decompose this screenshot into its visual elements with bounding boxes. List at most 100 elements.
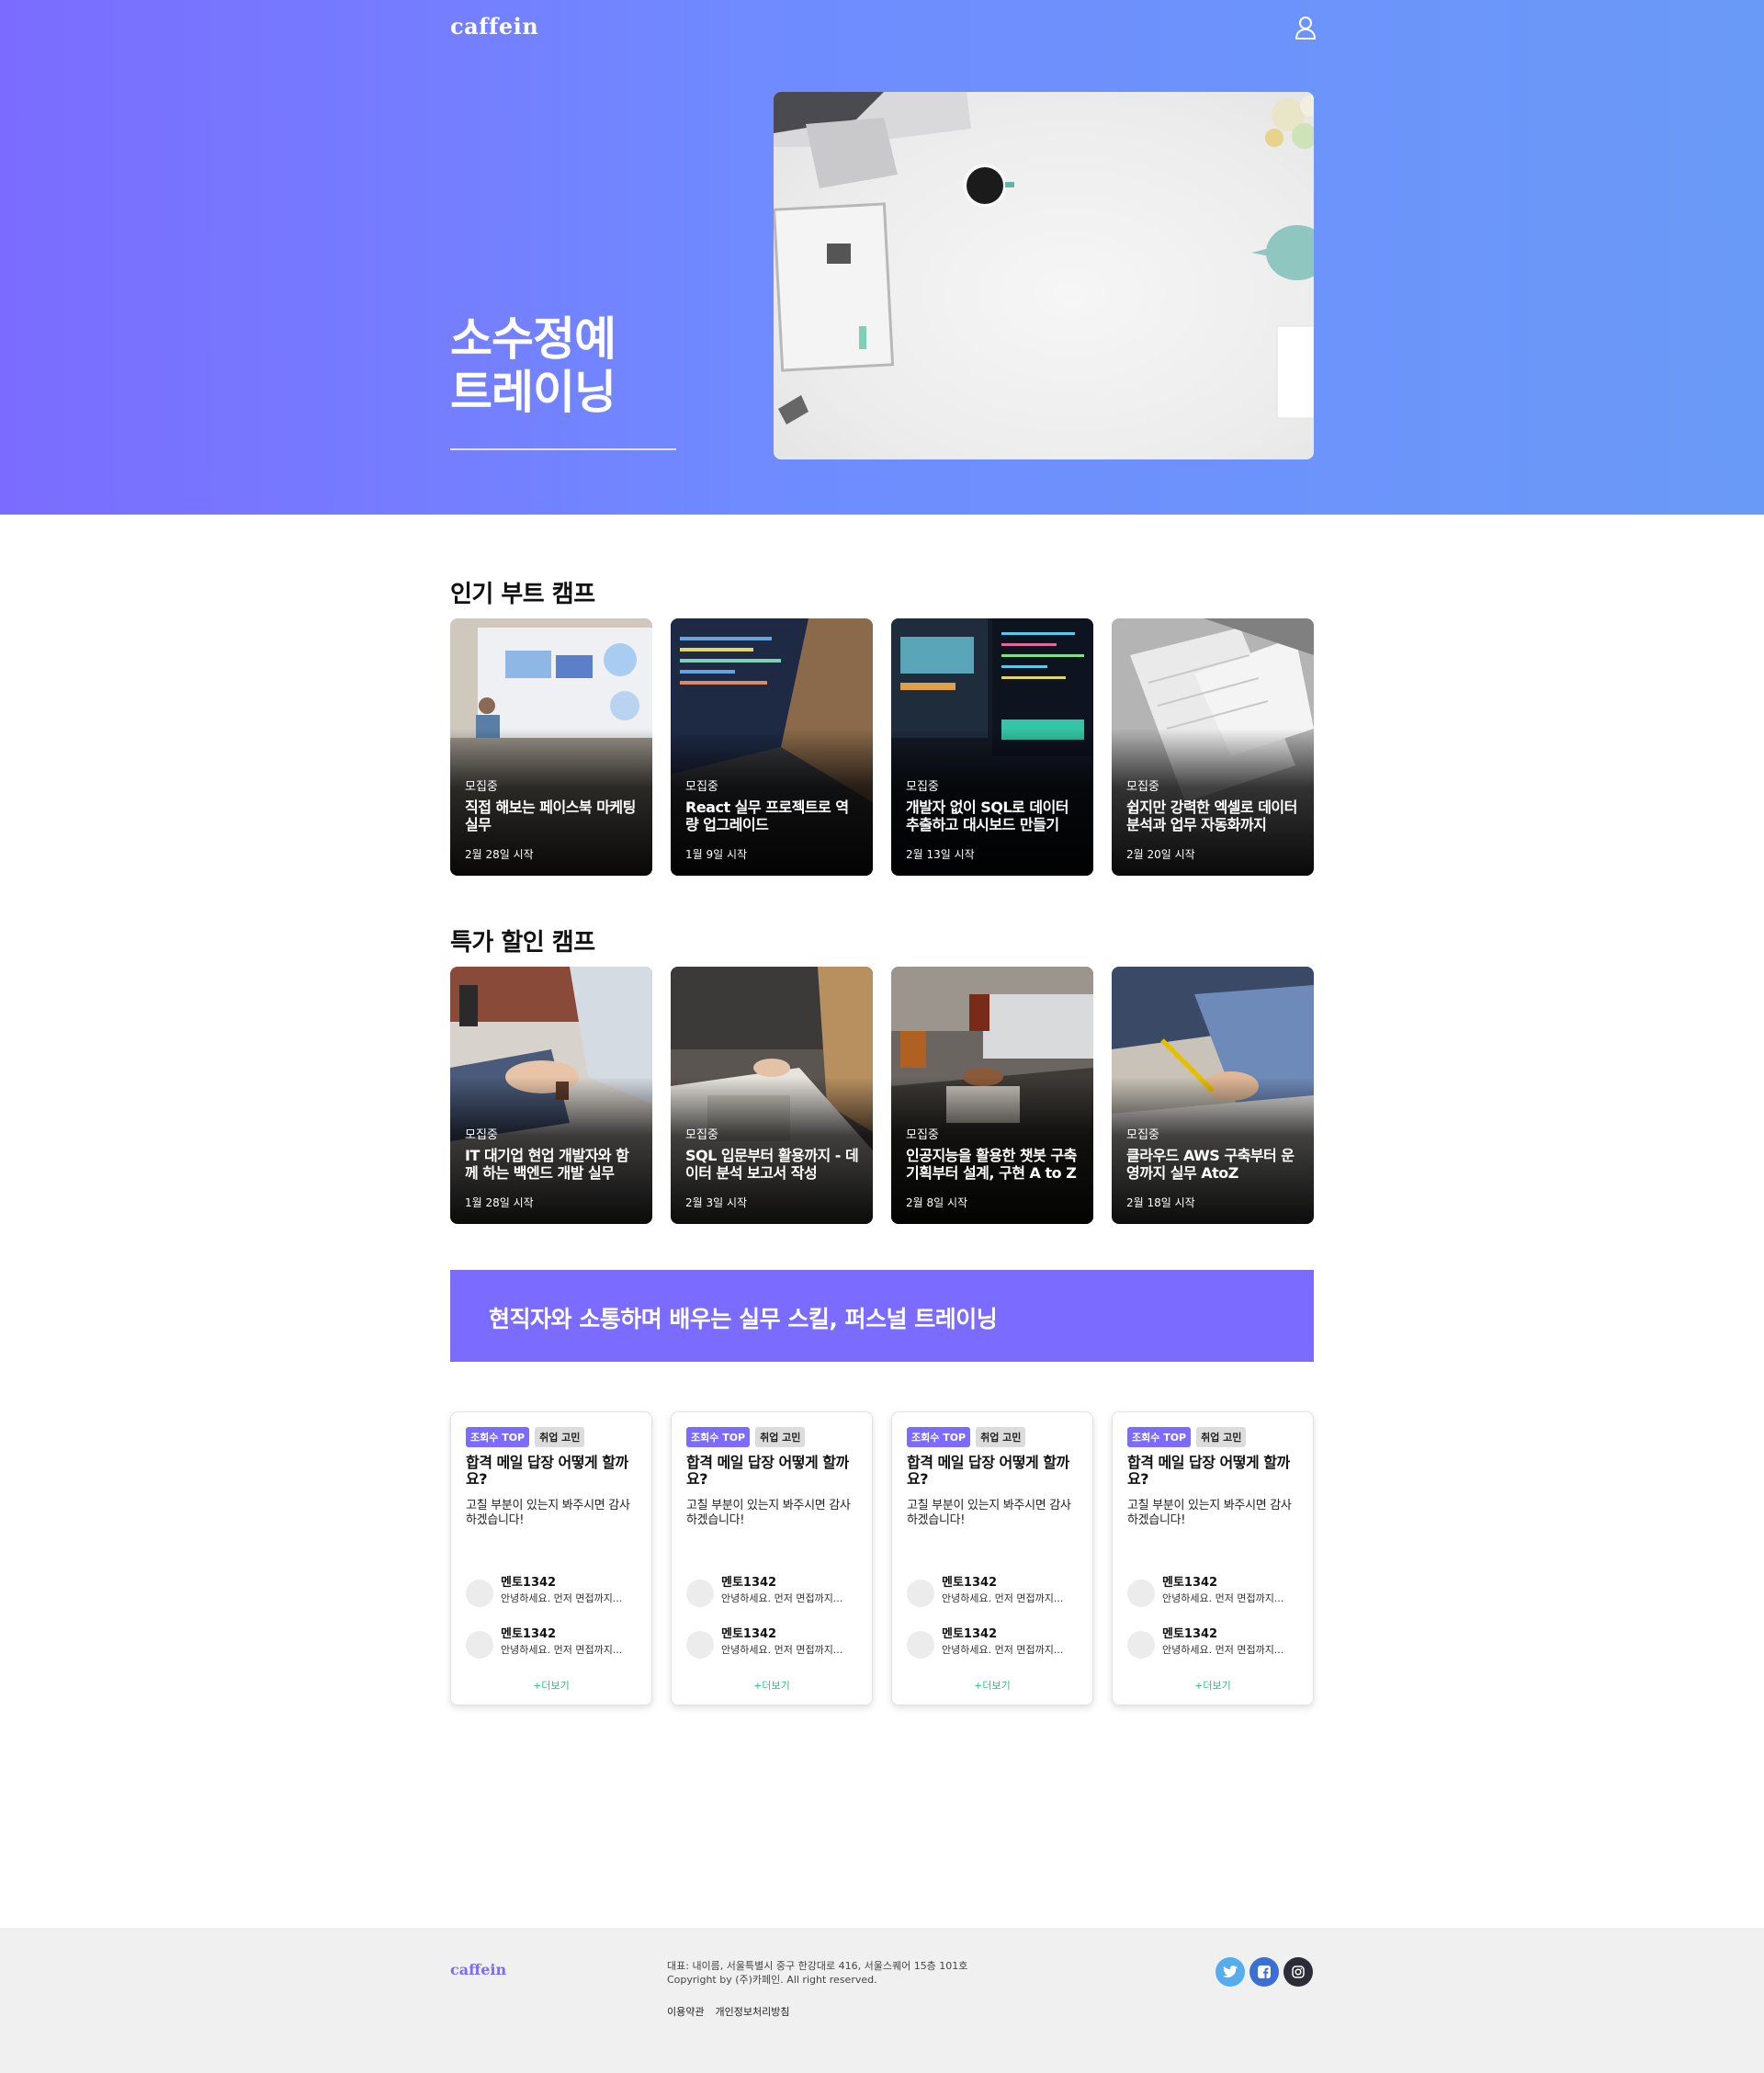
- badge-group: 조회수 TOP 취업 고민: [1127, 1427, 1247, 1447]
- card-date: 1월 9일 시작: [685, 848, 748, 861]
- card-title: 인공지능을 활용한 챗봇 구축 기획부터 설계, 구현 A to Z: [906, 1147, 1077, 1182]
- qa-description: 고칠 부분이 있는지 봐주시면 감사하겠습니다!: [466, 1499, 630, 1527]
- mentor-name: 멘토1342: [1162, 1627, 1218, 1641]
- mentor-name: 멘토1342: [1162, 1576, 1218, 1590]
- hero-banner: caffein 소수정예 트레이닝: [0, 0, 1764, 515]
- card-date: 2월 13일 시작: [906, 848, 975, 861]
- card-date: 1월 28일 시작: [465, 1196, 534, 1209]
- card-title: 쉽지만 강력한 엑셀로 데이터 분석과 업무 자동화까지: [1126, 799, 1297, 833]
- mentor-message: 안녕하세요. 먼저 면접까지...: [721, 1592, 843, 1604]
- avatar: [686, 1580, 714, 1607]
- category-badge: 취업 고민: [755, 1427, 806, 1447]
- mentor-name: 멘토1342: [721, 1576, 777, 1590]
- popular-card-3[interactable]: 모집중 개발자 없이 SQL로 데이터 추출하고 대시보드 만들기 2월 13일…: [891, 618, 1093, 876]
- hero-title-line1: 소수정예: [450, 312, 616, 366]
- footer: caffein 대표: 내이름, 서울특별시 중구 한강대로 416, 서울스퀘…: [0, 1928, 1764, 2073]
- site-logo[interactable]: caffein: [450, 13, 538, 40]
- mentor-message: 안녕하세요. 먼저 면접까지...: [501, 1644, 623, 1656]
- mentor-name: 멘토1342: [942, 1576, 998, 1590]
- personal-training-banner[interactable]: 현직자와 소통하며 배우는 실무 스킬, 퍼스널 트레이닝: [450, 1270, 1314, 1362]
- more-link[interactable]: +더보기: [892, 1678, 1092, 1693]
- badge-group: 조회수 TOP 취업 고민: [907, 1427, 1026, 1447]
- card-status: 모집중: [465, 1128, 498, 1142]
- qa-description: 고칠 부분이 있는지 봐주시면 감사하겠습니다!: [1127, 1499, 1292, 1527]
- mentor-reply[interactable]: 멘토1342 안녕하세요. 먼저 면접까지...: [1127, 1624, 1307, 1660]
- card-title: 클라우드 AWS 구축부터 운영까지 실무 AtoZ: [1126, 1147, 1295, 1182]
- more-link[interactable]: +더보기: [1113, 1678, 1313, 1693]
- qa-card-2[interactable]: 조회수 TOP 취업 고민 합격 메일 답장 어떻게 할까요? 고칠 부분이 있…: [671, 1411, 873, 1705]
- mentor-name: 멘토1342: [501, 1627, 557, 1641]
- category-badge: 취업 고민: [976, 1427, 1026, 1447]
- card-title: 직접 해보는 페이스북 마케팅 실무: [465, 799, 636, 833]
- footer-links: 이용약관 개인정보처리방침: [667, 2004, 789, 2019]
- qa-description: 고칠 부분이 있는지 봐주시면 감사하겠습니다!: [686, 1499, 851, 1527]
- badge-group: 조회수 TOP 취업 고민: [466, 1427, 585, 1447]
- mentor-reply[interactable]: 멘토1342 안녕하세요. 먼저 면접까지...: [686, 1624, 866, 1660]
- qa-title: 합격 메일 답장 어떻게 할까요?: [686, 1454, 849, 1488]
- mentor-name: 멘토1342: [501, 1576, 557, 1590]
- hero-title-line2: 트레이닝: [450, 366, 616, 419]
- card-status: 모집중: [1126, 1128, 1159, 1142]
- mentor-reply[interactable]: 멘토1342 안녕하세요. 먼저 면접까지...: [907, 1624, 1087, 1660]
- card-date: 2월 8일 시작: [906, 1196, 968, 1209]
- mentor-message: 안녕하세요. 먼저 면접까지...: [1162, 1592, 1284, 1604]
- popular-card-4[interactable]: 모집중 쉽지만 강력한 엑셀로 데이터 분석과 업무 자동화까지 2월 20일 …: [1112, 618, 1314, 876]
- qa-description: 고칠 부분이 있는지 봐주시면 감사하겠습니다!: [907, 1499, 1071, 1527]
- mentor-reply[interactable]: 멘토1342 안녕하세요. 먼저 면접까지...: [1127, 1572, 1307, 1609]
- qa-title: 합격 메일 답장 어떻게 할까요?: [907, 1454, 1069, 1488]
- avatar: [907, 1631, 934, 1659]
- card-date: 2월 20일 시작: [1126, 848, 1195, 861]
- category-badge: 취업 고민: [1196, 1427, 1247, 1447]
- qa-card-4[interactable]: 조회수 TOP 취업 고민 합격 메일 답장 어떻게 할까요? 고칠 부분이 있…: [1112, 1411, 1314, 1705]
- instagram-icon[interactable]: [1283, 1957, 1313, 1987]
- popular-section-title: 인기 부트 캠프: [450, 581, 595, 608]
- mentor-message: 안녕하세요. 먼저 면접까지...: [1162, 1644, 1284, 1656]
- user-icon[interactable]: [1294, 15, 1317, 40]
- card-title: React 실무 프로젝트로 역량 업그레이드: [685, 799, 849, 833]
- badge-group: 조회수 TOP 취업 고민: [686, 1427, 806, 1447]
- mentor-reply[interactable]: 멘토1342 안녕하세요. 먼저 면접까지...: [686, 1572, 866, 1609]
- footer-address: 대표: 내이름, 서울특별시 중구 한강대로 416, 서울스퀘어 15층 10…: [667, 1960, 968, 1972]
- discount-card-1[interactable]: 모집중 IT 대기업 현업 개발자와 함께 하는 백엔드 개발 실무 1월 28…: [450, 967, 652, 1224]
- hero-divider: [450, 448, 676, 450]
- discount-card-2[interactable]: 모집중 SQL 입문부터 활용까지 - 데이터 분석 보고서 작성 2월 3일 …: [671, 967, 873, 1224]
- popular-card-1[interactable]: 모집중 직접 해보는 페이스북 마케팅 실무 2월 28일 시작: [450, 618, 652, 876]
- privacy-link[interactable]: 개인정보처리방침: [715, 2004, 789, 2019]
- mentor-reply[interactable]: 멘토1342 안녕하세요. 먼저 면접까지...: [466, 1624, 646, 1660]
- terms-link[interactable]: 이용약관: [667, 2004, 704, 2019]
- discount-card-3[interactable]: 모집중 인공지능을 활용한 챗봇 구축 기획부터 설계, 구현 A to Z 2…: [891, 967, 1093, 1224]
- mentor-reply[interactable]: 멘토1342 안녕하세요. 먼저 면접까지...: [907, 1572, 1087, 1609]
- discount-section-title: 특가 할인 캠프: [450, 929, 595, 957]
- facebook-icon[interactable]: [1250, 1957, 1279, 1987]
- qa-title: 합격 메일 답장 어떻게 할까요?: [466, 1454, 628, 1488]
- qa-card-3[interactable]: 조회수 TOP 취업 고민 합격 메일 답장 어떻게 할까요? 고칠 부분이 있…: [891, 1411, 1093, 1705]
- card-date: 2월 28일 시작: [465, 848, 534, 861]
- card-status: 모집중: [685, 1128, 718, 1142]
- mentor-name: 멘토1342: [721, 1627, 777, 1641]
- hero-title: 소수정예 트레이닝: [450, 312, 616, 419]
- card-title: 개발자 없이 SQL로 데이터 추출하고 대시보드 만들기: [906, 799, 1069, 833]
- card-title: SQL 입문부터 활용까지 - 데이터 분석 보고서 작성: [685, 1147, 859, 1182]
- views-top-badge: 조회수 TOP: [466, 1427, 530, 1447]
- banner-text: 현직자와 소통하며 배우는 실무 스킬, 퍼스널 트레이닝: [489, 1306, 998, 1332]
- twitter-icon[interactable]: [1216, 1957, 1245, 1987]
- more-link[interactable]: +더보기: [451, 1678, 651, 1693]
- discount-card-4[interactable]: 모집중 클라우드 AWS 구축부터 운영까지 실무 AtoZ 2월 18일 시작: [1112, 967, 1314, 1224]
- mentor-message: 안녕하세요. 먼저 면접까지...: [501, 1592, 623, 1604]
- footer-logo[interactable]: caffein: [450, 1961, 506, 1978]
- card-status: 모집중: [685, 780, 718, 794]
- popular-card-2[interactable]: 모집중 React 실무 프로젝트로 역량 업그레이드 1월 9일 시작: [671, 618, 873, 876]
- more-link[interactable]: +더보기: [672, 1678, 872, 1693]
- avatar: [686, 1631, 714, 1659]
- qa-title: 합격 메일 답장 어떻게 할까요?: [1127, 1454, 1290, 1488]
- qa-card-1[interactable]: 조회수 TOP 취업 고민 합격 메일 답장 어떻게 할까요? 고칠 부분이 있…: [450, 1411, 652, 1705]
- avatar: [907, 1580, 934, 1607]
- mentor-reply[interactable]: 멘토1342 안녕하세요. 먼저 면접까지...: [466, 1572, 646, 1609]
- avatar: [1127, 1580, 1155, 1607]
- card-date: 2월 3일 시작: [685, 1196, 748, 1209]
- footer-copyright: Copyright by (주)카페인. All right reserved.: [667, 1974, 877, 1986]
- card-status: 모집중: [465, 780, 498, 794]
- card-title: IT 대기업 현업 개발자와 함께 하는 백엔드 개발 실무: [465, 1147, 629, 1182]
- card-status: 모집중: [1126, 780, 1159, 794]
- mentor-message: 안녕하세요. 먼저 면접까지...: [942, 1644, 1064, 1656]
